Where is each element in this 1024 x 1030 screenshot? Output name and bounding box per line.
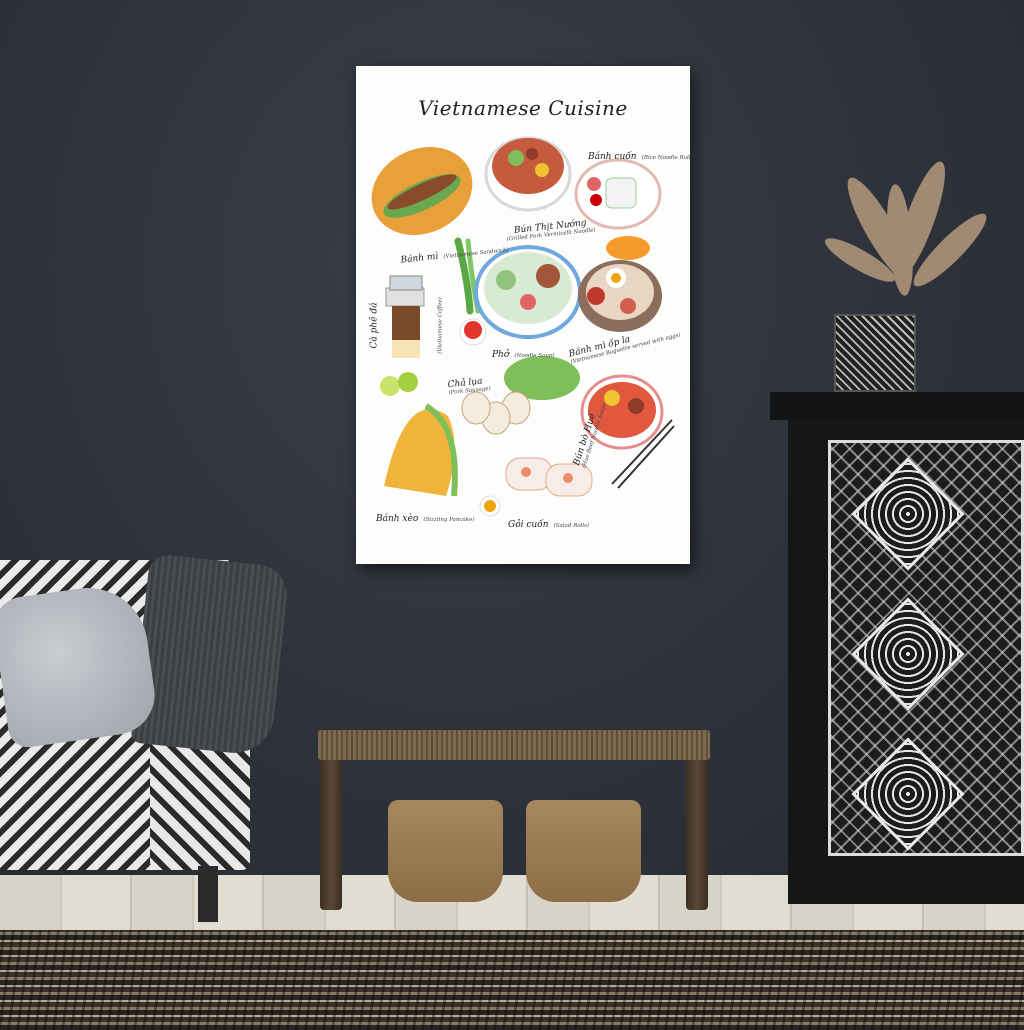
bench-leg [320, 755, 342, 910]
label-banh-cuon: Bánh cuốn (Rice Noodle Roll) [588, 152, 693, 162]
cha-lua-illustration [461, 356, 580, 435]
knit-throw-blanket [130, 553, 290, 757]
jute-basket [388, 800, 503, 902]
jute-basket [526, 800, 641, 902]
pampas-grass [825, 161, 987, 296]
banh-mi-op-la-illustration [578, 236, 662, 332]
poster-illustrations [371, 136, 675, 517]
woven-bench-seat [318, 730, 710, 760]
poster-title: Vietnamese Cuisine [418, 96, 628, 120]
ca-phe-da-illustration [385, 275, 425, 358]
food-poster: Vietnamese Cuisine Bánh mì (Vietnamese S… [356, 66, 693, 564]
banh-mi-illustration [371, 147, 473, 235]
sofa-leg [198, 866, 218, 922]
label-goi-cuon: Gỏi cuốn (Salad Rolls) [508, 520, 590, 530]
bench-leg [686, 755, 708, 910]
patterned-vase [834, 314, 916, 392]
label-ca-phe-da: Cà phê đá [369, 302, 380, 349]
label-pho: Phở (Noodle Soup) [492, 350, 555, 360]
cabinet-top [770, 392, 1024, 420]
pho-illustration [474, 245, 582, 339]
striped-rug [0, 930, 1024, 1030]
banh-xeo-illustration [384, 403, 458, 497]
label-vietnamese-coffee: (Vietnamese Coffee) [437, 297, 444, 354]
label-banh-xeo: Bánh xèo (Sizzling Pancake) [376, 514, 475, 524]
goi-cuon-illustration [479, 457, 593, 517]
bun-thit-nuong-illustration [484, 136, 572, 212]
